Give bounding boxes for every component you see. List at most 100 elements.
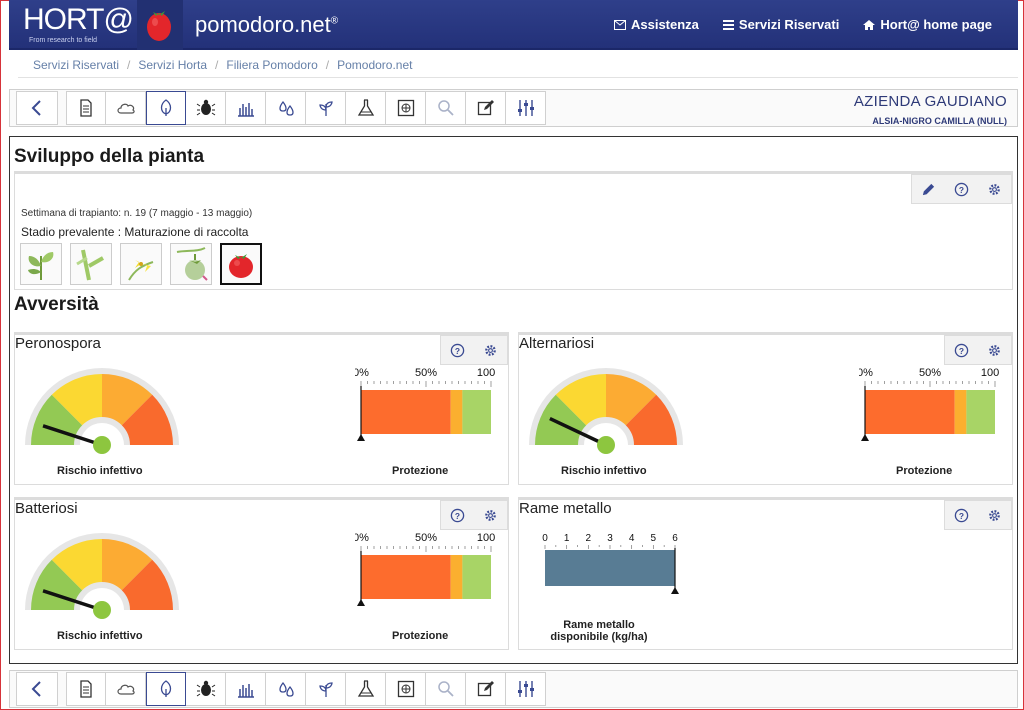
- protection-label: Protezione: [392, 465, 449, 477]
- stage-flower-image[interactable]: [120, 243, 162, 285]
- toolbar-soil-sample-button[interactable]: [386, 91, 426, 125]
- copper-card: Rame metallo ? 0 1 2 3 4 5 6 Rame metallo disp…: [518, 497, 1013, 650]
- soil-sample-icon: [397, 99, 414, 117]
- help-button[interactable]: ?: [441, 336, 474, 364]
- flask-icon: [357, 680, 374, 697]
- copper-tick-label: 4: [629, 533, 635, 544]
- nav-home-page[interactable]: Hort@ home page: [863, 17, 992, 32]
- stage-green-fruit-image[interactable]: [170, 243, 212, 285]
- document-icon: [80, 99, 92, 117]
- cloud-icon: [116, 103, 135, 114]
- protection-tick-label: 50%: [919, 367, 941, 379]
- protection-segment-green: [966, 390, 995, 434]
- logo-tagline: From research to field: [29, 37, 98, 44]
- gear-icon: [989, 183, 1000, 195]
- help-button[interactable]: ?: [945, 336, 978, 364]
- logo-text: HORT@: [23, 3, 134, 36]
- cloud-icon: [116, 684, 135, 695]
- copper-tick-label: 6: [672, 533, 678, 544]
- svg-text:?: ?: [455, 345, 460, 355]
- question-icon: ?: [954, 343, 969, 357]
- toolbar-sliders-button[interactable]: [506, 672, 546, 706]
- toolbar-edit-button[interactable]: [466, 672, 506, 706]
- question-icon: ?: [954, 508, 969, 522]
- adversity-card-title: Peronospora: [15, 335, 101, 352]
- protection-tick-label: 0%: [355, 532, 369, 544]
- edit-button[interactable]: [912, 175, 945, 203]
- crumb-servizi-riservati[interactable]: Servizi Riservati: [33, 58, 119, 77]
- nav-servizi-riservati[interactable]: Servizi Riservati: [722, 17, 839, 32]
- nav-assistenza[interactable]: Assistenza: [613, 17, 699, 32]
- pencil-icon: [922, 183, 935, 195]
- toolbar-bug-button[interactable]: [186, 91, 226, 125]
- settings-button[interactable]: [978, 175, 1011, 203]
- toolbar-search-button[interactable]: [426, 672, 466, 706]
- toolbar-cloud-button[interactable]: [106, 91, 146, 125]
- toolbar-search-button[interactable]: [426, 91, 466, 125]
- breadcrumb: Servizi Riservati / Servizi Horta / Fili…: [18, 58, 1018, 78]
- toolbar-plant-button[interactable]: [306, 672, 346, 706]
- card-actions: ?: [440, 335, 508, 365]
- card-actions: ?: [944, 335, 1012, 365]
- toolbar-back-button[interactable]: [16, 91, 58, 125]
- risk-gauge-label: Rischio infettivo: [57, 630, 143, 642]
- toolbar-weeds-button[interactable]: [226, 672, 266, 706]
- protection-label: Protezione: [392, 630, 449, 642]
- toolbar-cloud-button[interactable]: [106, 672, 146, 706]
- crumb-separator: /: [215, 58, 219, 72]
- plant-icon: [318, 682, 333, 697]
- horta-logo[interactable]: HORT@ From research to field: [23, 3, 134, 47]
- protection-marker: [861, 434, 869, 441]
- toolbar-leaf-button[interactable]: [146, 672, 186, 706]
- toolbar-plant-button[interactable]: [306, 91, 346, 125]
- toolbar-sliders-button[interactable]: [506, 91, 546, 125]
- bug-icon: [196, 99, 215, 116]
- toolbar-flask-button[interactable]: [346, 672, 386, 706]
- question-icon: ?: [450, 508, 465, 522]
- svg-text:?: ?: [959, 345, 964, 355]
- stage-ripe-fruit-image[interactable]: [220, 243, 262, 285]
- stage-images: [20, 243, 262, 285]
- toolbar-bug-button[interactable]: [186, 672, 226, 706]
- settings-button[interactable]: [474, 336, 507, 364]
- toolbar-flask-button[interactable]: [346, 91, 386, 125]
- crumb-pomodoro-net[interactable]: Pomodoro.net: [337, 58, 412, 77]
- risk-gauge-label: Rischio infettivo: [561, 465, 647, 477]
- crumb-separator: /: [325, 58, 330, 72]
- toolbar-bottom: [9, 670, 1018, 708]
- settings-button[interactable]: [474, 501, 507, 529]
- crumb-servizi-horta[interactable]: Servizi Horta: [138, 58, 207, 77]
- toolbar-weeds-button[interactable]: [226, 91, 266, 125]
- weeds-icon: [237, 684, 254, 698]
- settings-button[interactable]: [978, 501, 1011, 529]
- edit-icon: [477, 681, 494, 697]
- stage-leaves-image[interactable]: [20, 243, 62, 285]
- gear-icon: [485, 509, 496, 521]
- help-button[interactable]: ?: [945, 501, 978, 529]
- toolbar-document-button[interactable]: [66, 672, 106, 706]
- gauge-hub: [93, 601, 111, 619]
- settings-button[interactable]: [978, 336, 1011, 364]
- crumb-filiera-pomodoro[interactable]: Filiera Pomodoro: [226, 58, 317, 77]
- weeds-icon: [237, 103, 254, 117]
- toolbar-back-button[interactable]: [16, 672, 58, 706]
- toolbar-water-drops-button[interactable]: [266, 91, 306, 125]
- gauge-hub: [93, 436, 111, 454]
- toolbar-edit-button[interactable]: [466, 91, 506, 125]
- risk-gauge: [25, 368, 179, 454]
- home-icon: [863, 19, 876, 30]
- toolbar-document-button[interactable]: [66, 91, 106, 125]
- copper-bar-chart: 0 1 2 3 4 5 6: [542, 533, 679, 594]
- toolbar-soil-sample-button[interactable]: [386, 672, 426, 706]
- stage-stem-image[interactable]: [70, 243, 112, 285]
- help-button[interactable]: ?: [945, 175, 978, 203]
- toolbar-leaf-button[interactable]: [146, 91, 186, 125]
- toolbar-water-drops-button[interactable]: [266, 672, 306, 706]
- edit-icon: [477, 100, 494, 116]
- water-drops-icon: [278, 681, 294, 697]
- site-title[interactable]: pomodoro.net®: [195, 12, 338, 38]
- help-button[interactable]: ?: [441, 501, 474, 529]
- envelope-icon: [613, 19, 626, 30]
- leaf-icon: [160, 680, 172, 697]
- protection-bar-chart: 0% 50% 100%: [355, 367, 495, 441]
